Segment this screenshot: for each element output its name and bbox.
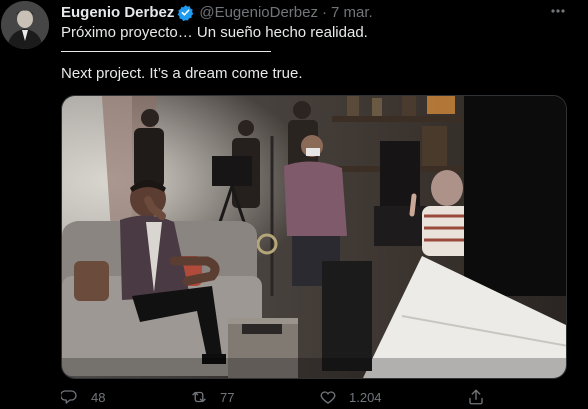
retweet-icon [192,391,206,403]
tweet-date[interactable]: 7 mar. [331,4,373,21]
like-button[interactable]: 1.204 [319,388,382,406]
tweet-text-english: Next project. It’s a dream come true. [61,65,303,82]
like-count: 1.204 [349,389,382,405]
reply-button[interactable]: 48 [61,388,105,406]
text-divider [61,51,271,52]
tweet-media-photo[interactable] [61,95,567,379]
reply-count: 48 [91,389,106,405]
retweet-count: 77 [220,389,235,405]
separator-dot: · [322,3,327,21]
tweet-text-spanish: Próximo proyecto… Un sueño hecho realida… [61,24,368,41]
tweet[interactable]: Eugenio Derbez @EugenioDerbez · 7 mar. P… [0,0,588,409]
more-icon[interactable] [548,2,568,20]
author-name[interactable]: Eugenio Derbez [61,4,174,21]
author-handle[interactable]: @EugenioDerbez [199,4,318,21]
tweet-header: Eugenio Derbez @EugenioDerbez · 7 mar. [61,2,373,22]
tweet-actions: 48 77 1.204 [0,388,588,408]
like-icon [320,391,336,404]
verified-badge-icon [177,4,194,21]
avatar[interactable] [1,1,49,49]
retweet-button[interactable]: 77 [190,388,234,406]
share-icon [469,389,483,405]
reply-icon [61,390,77,404]
share-button[interactable] [467,388,485,406]
